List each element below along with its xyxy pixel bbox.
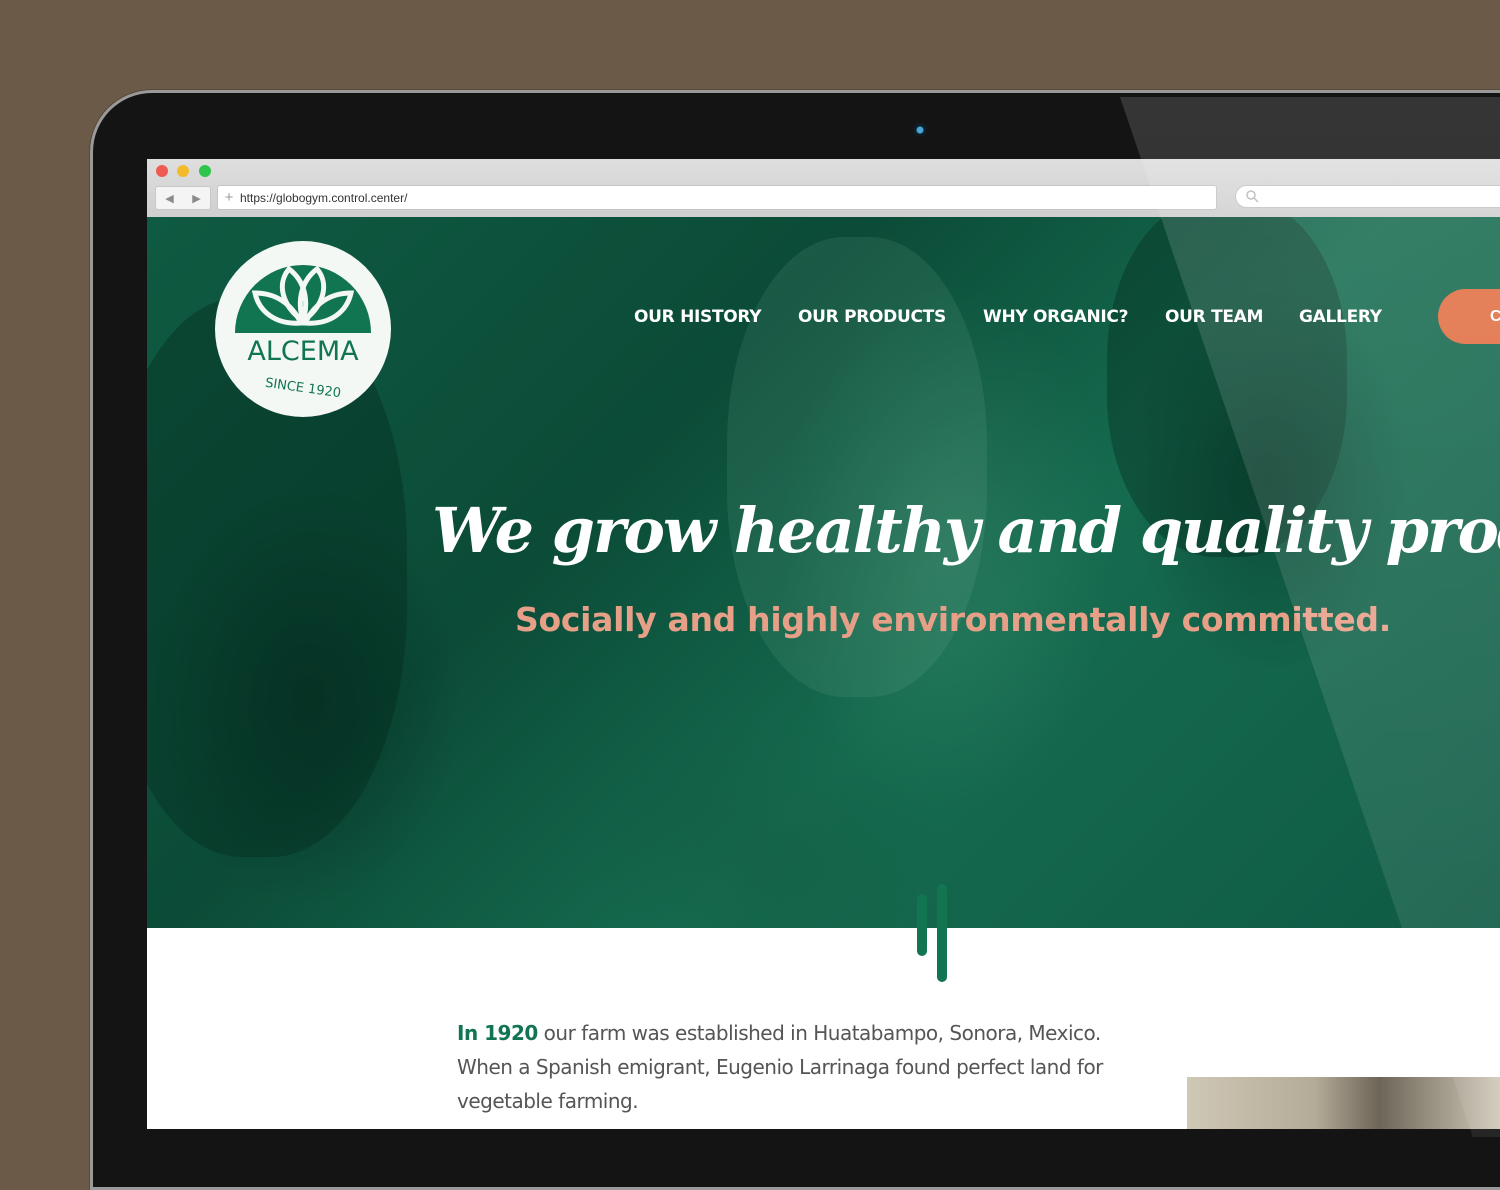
search-icon — [1246, 190, 1259, 203]
close-window-button[interactable] — [156, 165, 168, 177]
back-button[interactable]: ◀ — [165, 192, 173, 205]
history-buttons: ◀ ▶ — [155, 186, 211, 210]
logo-wordmark: ALCEMA — [247, 336, 359, 367]
hero-section: ALCEMA SINCE 1920 OUR HISTORY OUR PRODUC… — [147, 217, 1500, 928]
intro-year: In 1920 — [457, 1021, 538, 1045]
new-tab-icon[interactable]: + — [218, 189, 240, 206]
minimize-window-button[interactable] — [177, 165, 189, 177]
nav-our-team[interactable]: OUR TEAM — [1165, 307, 1263, 327]
address-bar[interactable]: + https://globogym.control.center/ — [217, 185, 1217, 210]
url-text: https://globogym.control.center/ — [240, 190, 408, 205]
nav-our-products[interactable]: OUR PRODUCTS — [798, 307, 946, 327]
browser-chrome: ◀ ▶ + https://globogym.control.center/ — [147, 159, 1500, 218]
history-photo — [1187, 1077, 1500, 1129]
zoom-window-button[interactable] — [199, 165, 211, 177]
search-field[interactable] — [1235, 185, 1500, 208]
laptop-screen: ◀ ▶ + https://globogym.control.center/ A… — [147, 159, 1500, 1129]
hero-subline: Socially and highly environmentally comm… — [515, 600, 1391, 639]
intro-paragraph: In 1920 our farm was established in Huat… — [457, 1016, 1147, 1118]
forward-button[interactable]: ▶ — [192, 192, 200, 205]
contact-button[interactable]: C — [1438, 289, 1500, 344]
scroll-indicator-bar — [917, 894, 927, 956]
nav-gallery[interactable]: GALLERY — [1299, 307, 1382, 327]
nav-our-history[interactable]: OUR HISTORY — [634, 307, 762, 327]
site-logo[interactable]: ALCEMA SINCE 1920 — [215, 241, 391, 417]
nav-why-organic[interactable]: WHY ORGANIC? — [983, 307, 1128, 327]
camera-icon — [913, 123, 927, 137]
hero-headline: We grow healthy and quality products. — [432, 494, 1500, 567]
intro-text: our farm was established in Huatabampo, … — [457, 1021, 1103, 1113]
scroll-indicator-bar — [937, 884, 947, 982]
